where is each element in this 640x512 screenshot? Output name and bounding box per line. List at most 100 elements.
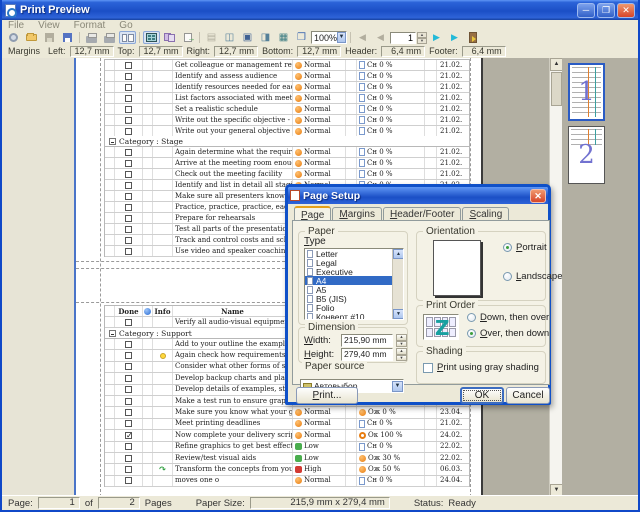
radio-landscape[interactable]: Landscape <box>503 271 563 282</box>
table-row: Arrive at the meeting room enough in adv… <box>105 158 469 169</box>
due-date: 22.02. <box>437 442 471 452</box>
done-checkbox <box>125 160 132 167</box>
first-page-icon: ◀ <box>359 33 366 42</box>
priority-cell: Normal <box>293 419 346 429</box>
zoom-select[interactable]: 100% ▼ <box>311 31 347 44</box>
dialog-close-button[interactable]: ✕ <box>530 189 546 203</box>
menu-view[interactable]: View <box>38 20 60 31</box>
due-date: 21.02. <box>437 147 471 157</box>
radio-over-then-down[interactable]: Over, then down <box>467 328 549 339</box>
status-icon <box>359 443 365 451</box>
width-stepper[interactable]: ▲▼ <box>396 334 407 347</box>
page-icon <box>307 286 313 294</box>
view-grid-button[interactable]: ▦ <box>275 31 292 44</box>
window-title: Print Preview <box>20 4 575 16</box>
list-scrollbar[interactable]: ▲ ▼ <box>392 249 403 319</box>
view-facing-button[interactable]: ◫ <box>221 31 238 44</box>
menu-bar: File View Format Go <box>2 20 638 31</box>
toolbar: ▤ ◫ ▣ ◨ ▦ ❒ 100% ▼ ◀ ◀ ▲▼ ▶ ▶ <box>2 31 638 44</box>
menu-format[interactable]: Format <box>74 20 106 31</box>
height-input[interactable]: 279,40 mm <box>341 348 393 361</box>
menu-file[interactable]: File <box>8 20 24 31</box>
margin-label: Top: <box>118 46 135 56</box>
settings-button[interactable] <box>5 31 22 44</box>
priority-icon <box>295 128 302 135</box>
save-disabled-button <box>41 31 58 44</box>
paper-type-list[interactable]: LetterLegalExecutiveA4A5B5 (JIS)FolioКон… <box>304 248 404 320</box>
print-button[interactable]: Print... <box>296 387 358 404</box>
gray-shading-checkbox-row[interactable]: Print using gray shading <box>423 362 539 373</box>
current-page-value: 1 <box>38 497 80 509</box>
priority-icon <box>295 62 302 69</box>
table-row: Review/test visual aidsLowОж 30 %22.02. <box>105 453 469 464</box>
collapse-icon[interactable] <box>109 138 116 145</box>
done-checkbox <box>125 409 132 416</box>
page-2-thumbnail[interactable]: 2 <box>568 126 605 184</box>
collapse-icon[interactable] <box>109 330 116 337</box>
radio-icon <box>503 272 512 281</box>
page-setup-button[interactable] <box>143 31 160 44</box>
save-button[interactable] <box>59 31 76 44</box>
paper-size-value: 215,9 mm x 279,4 mm <box>250 497 390 509</box>
close-preview-button[interactable] <box>464 31 481 44</box>
minimize-button[interactable]: ─ <box>577 3 595 18</box>
scrollbar-thumb[interactable] <box>551 72 562 106</box>
view-single-button[interactable]: ▤ <box>203 31 220 44</box>
view-wide-button[interactable]: ◨ <box>257 31 274 44</box>
status-icon <box>359 170 365 178</box>
print-button[interactable] <box>83 31 100 44</box>
chevron-down-icon[interactable]: ▼ <box>392 381 403 392</box>
radio-down-then-over[interactable]: Down, then over <box>467 312 549 323</box>
name-header: Name <box>173 306 293 316</box>
table-row: Make sure you know what your graphics pr… <box>105 407 469 418</box>
next-page-button[interactable]: ▶ <box>428 31 445 44</box>
pages-label: Pages <box>145 498 172 509</box>
scroll-up-icon[interactable]: ▲ <box>393 249 404 259</box>
task-name: Verify all audio-visual equipment will b… <box>173 317 293 327</box>
view-multi-button[interactable]: ❒ <box>293 31 310 44</box>
radio-portrait[interactable]: Portrait <box>503 242 563 253</box>
spin-down-icon[interactable]: ▼ <box>417 38 427 44</box>
table-row: List factors associated with meeting con… <box>105 93 469 104</box>
paper-type-item[interactable]: Конверт #10 <box>305 312 403 320</box>
task-name: Consider what other forms of support can… <box>173 362 293 372</box>
page-icon <box>307 259 313 267</box>
task-name: Transform the concepts from your story b… <box>173 464 293 474</box>
menu-go[interactable]: Go <box>119 20 132 31</box>
priority-cell: Normal <box>293 158 346 168</box>
page-number-input[interactable] <box>390 32 416 44</box>
table-row: moves one oNormalСн 0 %24.04. <box>105 476 469 487</box>
done-checkbox <box>125 106 132 113</box>
done-checkbox <box>125 182 132 189</box>
page-1-thumbnail[interactable]: 1 <box>568 63 605 121</box>
view-fill-button[interactable]: ▣ <box>239 31 256 44</box>
status-icon <box>359 61 365 69</box>
copy-pages-button[interactable] <box>161 31 178 44</box>
page-number-stepper[interactable]: ▲▼ <box>417 32 427 44</box>
category-label: Category : Support <box>119 329 192 338</box>
thumbnail-panel: 1 2 <box>562 58 638 497</box>
two-page-view-button[interactable] <box>119 31 136 44</box>
status-cell: Сн 0 % <box>357 476 425 486</box>
height-stepper[interactable]: ▲▼ <box>396 348 407 361</box>
done-checkbox <box>125 455 132 462</box>
dialog-title: Page Setup <box>303 190 530 202</box>
done-checkbox <box>125 420 132 427</box>
chevron-down-icon[interactable]: ▼ <box>337 32 346 43</box>
export-button[interactable] <box>179 31 196 44</box>
scroll-down-icon[interactable]: ▼ <box>393 309 404 319</box>
close-button[interactable]: ✕ <box>617 3 635 18</box>
restore-button[interactable]: ❐ <box>597 3 615 18</box>
width-input[interactable]: 215,90 mm <box>341 334 393 347</box>
task-name: Write out your general objective <box>173 126 293 136</box>
multi-page-icon: ❒ <box>297 33 306 43</box>
due-date: 24.02. <box>437 430 471 440</box>
last-page-button[interactable]: ▶ <box>446 31 463 44</box>
status-cell: Ож 0 % <box>357 407 425 417</box>
status-cell: Сн 0 % <box>357 169 425 179</box>
ok-button[interactable]: OK <box>460 387 504 404</box>
print-setup-button[interactable] <box>101 31 118 44</box>
open-button[interactable] <box>23 31 40 44</box>
cancel-button[interactable]: Cancel <box>506 387 550 404</box>
checkbox-icon[interactable] <box>423 363 433 373</box>
